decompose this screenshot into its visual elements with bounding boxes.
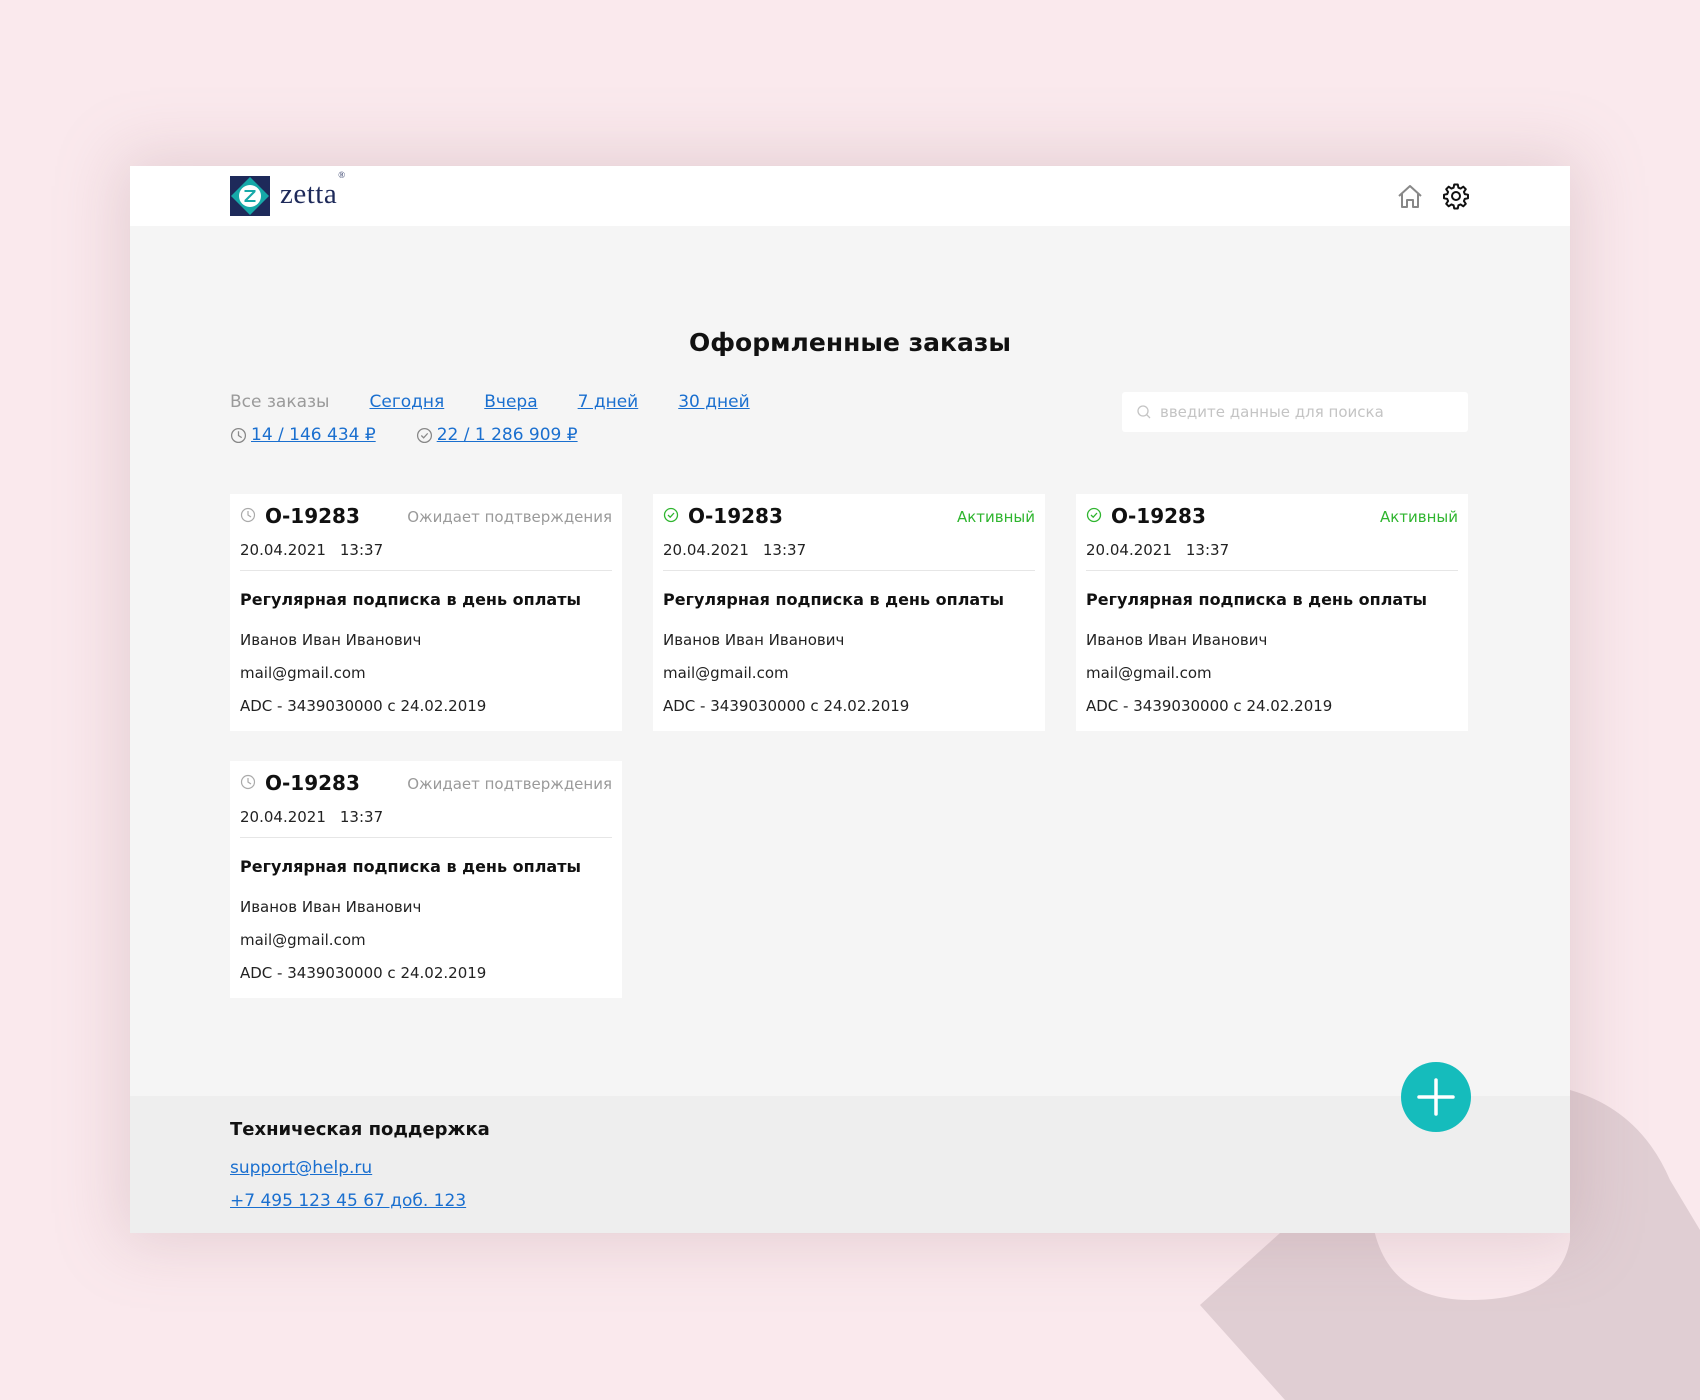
order-card[interactable]: О-19283 Ожидает подтверждения 20.04.2021… [230, 761, 622, 998]
check-circle-icon [663, 507, 679, 523]
order-status: Ожидает подтверждения [407, 508, 612, 526]
app-window: zetta® Оформленные заказы Все заказы Сег… [130, 166, 1570, 1233]
order-title: Регулярная подписка в день оплаты [240, 590, 581, 609]
order-datetime: 20.04.2021 13:37 [663, 541, 806, 559]
divider [1086, 570, 1458, 571]
order-id: О-19283 [265, 504, 360, 528]
zetta-logo-icon [230, 176, 270, 216]
plus-icon [1417, 1078, 1455, 1116]
order-stats: 14 / 146 434 ₽ 22 / 1 286 909 ₽ [230, 425, 618, 445]
stat-pending-link[interactable]: 14 / 146 434 ₽ [251, 425, 376, 445]
order-date: 20.04.2021 [1086, 541, 1172, 559]
support-title: Техническая поддержка [230, 1119, 490, 1140]
account-info: ADC - 3439030000 с 24.02.2019 [663, 697, 910, 715]
gear-icon[interactable] [1442, 182, 1470, 210]
check-circle-icon [1086, 507, 1102, 523]
search-box [1122, 392, 1468, 432]
support-phone-link[interactable]: +7 495 123 45 67 доб. 123 [230, 1191, 466, 1211]
footer: Техническая поддержка support@help.ru +7… [130, 1096, 1570, 1233]
order-time: 13:37 [339, 808, 384, 826]
filter-7-days[interactable]: 7 дней [578, 392, 639, 412]
order-datetime: 20.04.2021 13:37 [1086, 541, 1229, 559]
customer-name: Иванов Иван Иванович [240, 898, 422, 916]
date-filters: Все заказы Сегодня Вчера 7 дней 30 дней [230, 392, 790, 412]
search-input[interactable] [1160, 403, 1460, 421]
add-order-button[interactable] [1401, 1062, 1471, 1132]
logo[interactable]: zetta® [230, 169, 346, 216]
order-datetime: 20.04.2021 13:37 [240, 808, 383, 826]
order-status: Активный [1379, 508, 1458, 526]
order-time: 13:37 [1185, 541, 1230, 559]
order-datetime: 20.04.2021 13:37 [240, 541, 383, 559]
customer-name: Иванов Иван Иванович [240, 631, 422, 649]
customer-name: Иванов Иван Иванович [663, 631, 845, 649]
divider [240, 570, 612, 571]
order-card[interactable]: О-19283 Ожидает подтверждения 20.04.2021… [230, 494, 622, 731]
order-time: 13:37 [339, 541, 384, 559]
clock-icon [240, 507, 256, 523]
stat-completed: 22 / 1 286 909 ₽ [416, 425, 578, 445]
filter-30-days[interactable]: 30 дней [678, 392, 749, 412]
filter-today[interactable]: Сегодня [369, 392, 444, 412]
search-icon [1137, 405, 1151, 419]
divider [240, 837, 612, 838]
stat-completed-link[interactable]: 22 / 1 286 909 ₽ [437, 425, 578, 445]
account-info: ADC - 3439030000 с 24.02.2019 [1086, 697, 1333, 715]
order-title: Регулярная подписка в день оплаты [1086, 590, 1427, 609]
order-date: 20.04.2021 [663, 541, 749, 559]
customer-email: mail@gmail.com [240, 931, 366, 949]
order-id: О-19283 [1111, 504, 1206, 528]
order-title: Регулярная подписка в день оплаты [240, 857, 581, 876]
divider [663, 570, 1035, 571]
order-status: Ожидает подтверждения [407, 775, 612, 793]
home-icon[interactable] [1396, 182, 1424, 210]
filter-all-orders[interactable]: Все заказы [230, 392, 329, 412]
customer-email: mail@gmail.com [663, 664, 789, 682]
order-title: Регулярная подписка в день оплаты [663, 590, 1004, 609]
header: zetta® [130, 166, 1570, 226]
check-circle-icon [416, 427, 432, 443]
clock-icon [230, 427, 247, 443]
account-info: ADC - 3439030000 с 24.02.2019 [240, 964, 487, 982]
page-title: Оформленные заказы [688, 328, 1011, 357]
customer-name: Иванов Иван Иванович [1086, 631, 1268, 649]
brand-name: zetta® [280, 169, 346, 210]
order-card[interactable]: О-19283 Активный 20.04.2021 13:37 Регуляр… [653, 494, 1045, 731]
order-id: О-19283 [265, 771, 360, 795]
customer-email: mail@gmail.com [240, 664, 366, 682]
order-date: 20.04.2021 [240, 541, 326, 559]
order-status: Активный [956, 508, 1035, 526]
stat-pending: 14 / 146 434 ₽ [230, 425, 376, 445]
account-info: ADC - 3439030000 с 24.02.2019 [240, 697, 487, 715]
order-time: 13:37 [762, 541, 807, 559]
order-date: 20.04.2021 [240, 808, 326, 826]
order-card[interactable]: О-19283 Активный 20.04.2021 13:37 Регуляр… [1076, 494, 1468, 731]
customer-email: mail@gmail.com [1086, 664, 1212, 682]
clock-icon [240, 774, 256, 790]
order-id: О-19283 [688, 504, 783, 528]
support-email-link[interactable]: support@help.ru [230, 1158, 372, 1178]
filter-yesterday[interactable]: Вчера [484, 392, 537, 412]
